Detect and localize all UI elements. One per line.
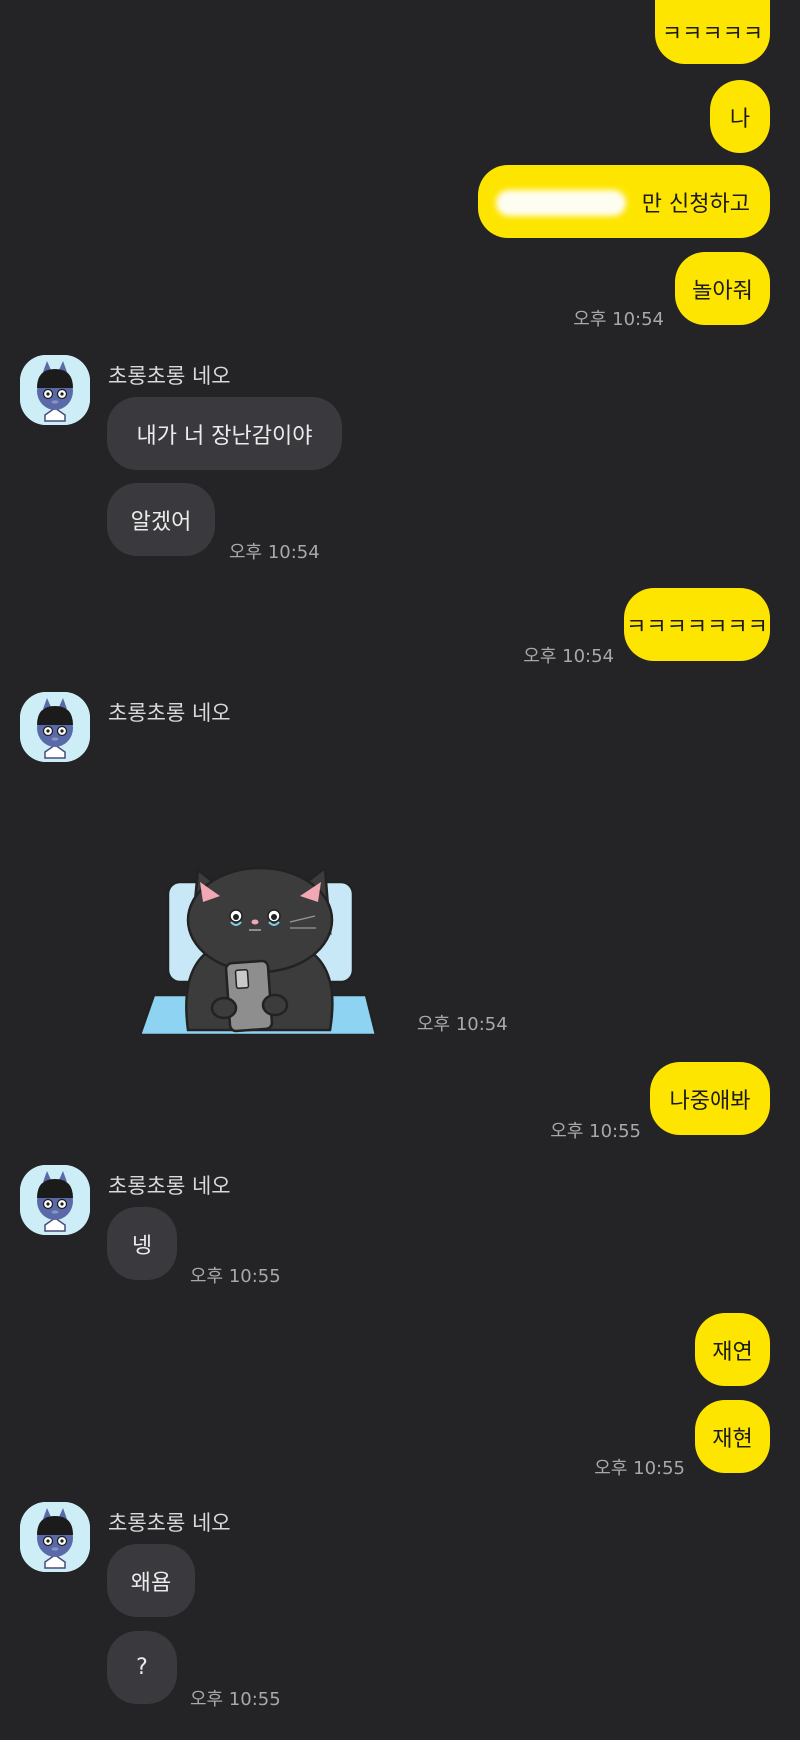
sender-avatar[interactable] (20, 1165, 90, 1235)
message-bubble-incoming[interactable]: 왜욤 (107, 1544, 195, 1617)
message-timestamp: 오후 10:55 (190, 1689, 281, 1710)
message-text: 넹 (131, 1233, 153, 1259)
sender-name: 초롱초롱 네오 (108, 364, 231, 388)
message-bubble-incoming[interactable]: ? (107, 1631, 177, 1704)
message-text: 알겠어 (130, 509, 192, 535)
message-text: 나 (729, 106, 751, 132)
message-timestamp: 오후 10:54 (417, 1014, 508, 1035)
message-text: ㅋㅋㅋㅋㅋ (661, 22, 764, 47)
sender-name: 초롱초롱 네오 (108, 1174, 231, 1198)
message-bubble-outgoing[interactable]: 재현 (695, 1400, 770, 1473)
message-timestamp: 오후 10:54 (573, 309, 664, 330)
message-text: ㅋㅋㅋㅋㅋㅋㅋ (626, 614, 768, 640)
sender-name: 초롱초롱 네오 (108, 1511, 231, 1535)
neo-character-avatar-icon (20, 1165, 90, 1235)
neo-character-avatar-icon (20, 1502, 90, 1572)
message-text: 내가 너 장난감이야 (136, 423, 313, 449)
message-text: ? (136, 1655, 148, 1680)
message-text: 왜욤 (130, 1570, 172, 1596)
cat-sticker[interactable] (138, 850, 380, 1037)
message-timestamp: 오후 10:55 (594, 1458, 685, 1479)
sender-name: 초롱초롱 네오 (108, 701, 231, 725)
message-bubble-outgoing[interactable]: ㅋㅋㅋㅋㅋ (655, 0, 770, 64)
message-bubble-incoming[interactable]: 알겠어 (107, 483, 215, 556)
neo-character-avatar-icon (20, 692, 90, 762)
sender-avatar[interactable] (20, 692, 90, 762)
neo-character-avatar-icon (20, 355, 90, 425)
message-text: 나중애봐 (669, 1088, 751, 1114)
message-bubble-outgoing[interactable]: 나 (710, 80, 770, 153)
message-timestamp: 오후 10:54 (229, 542, 320, 563)
message-timestamp: 오후 10:55 (190, 1266, 281, 1287)
message-bubble-outgoing[interactable]: ㅋㅋㅋㅋㅋㅋㅋ (624, 588, 770, 661)
message-bubble-outgoing[interactable]: 놀아줘 (675, 252, 770, 325)
message-bubble-incoming[interactable]: 넹 (107, 1207, 177, 1280)
message-text: 재현 (712, 1426, 753, 1452)
message-timestamp: 오후 10:55 (550, 1121, 641, 1142)
message-bubble-incoming[interactable]: 내가 너 장난감이야 (107, 397, 342, 470)
message-bubble-outgoing[interactable]: 재연 (695, 1313, 770, 1386)
message-timestamp: 오후 10:54 (523, 646, 614, 667)
message-text: 놀아줘 (692, 278, 753, 304)
message-text: 만 신청하고 (641, 191, 750, 217)
black-cat-on-phone-sticker (138, 865, 378, 1037)
sender-avatar[interactable] (20, 355, 90, 425)
redacted-text-mark (496, 190, 626, 216)
message-bubble-outgoing[interactable]: 나중애봐 (650, 1062, 770, 1135)
sender-avatar[interactable] (20, 1502, 90, 1572)
message-text: 재연 (712, 1339, 753, 1365)
